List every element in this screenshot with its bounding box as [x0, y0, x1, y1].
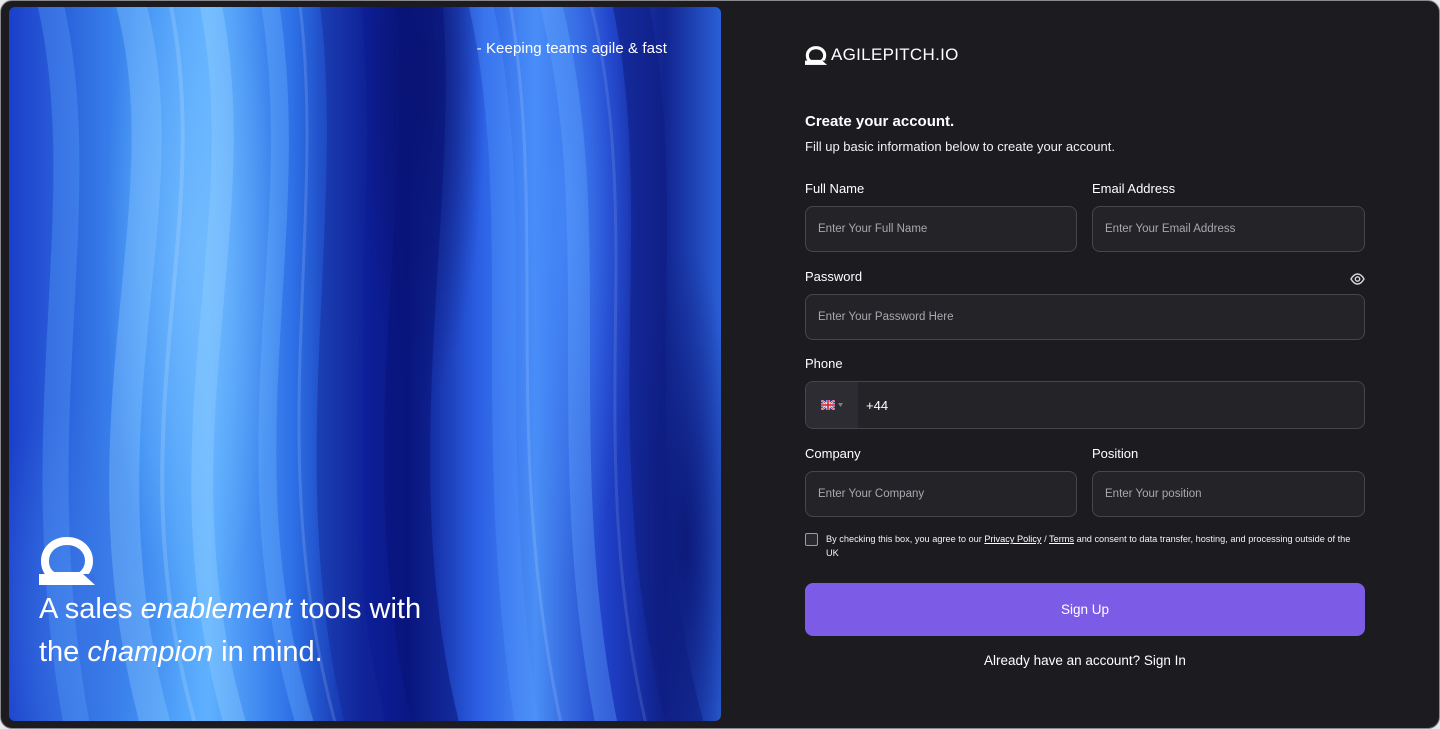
agilepitch-logo-icon	[39, 536, 95, 585]
company-label: Company	[805, 446, 861, 461]
terms-link[interactable]: Terms	[1049, 534, 1074, 544]
form-subtitle: Fill up basic information below to creat…	[805, 139, 1115, 154]
full-name-field-wrapper	[805, 206, 1077, 252]
hero-panel: - Keeping teams agile & fast A sales ena…	[9, 7, 721, 721]
password-field-wrapper	[805, 294, 1365, 340]
signup-window: - Keeping teams agile & fast A sales ena…	[0, 0, 1440, 729]
password-input[interactable]	[806, 295, 1364, 339]
email-field-wrapper	[1092, 206, 1365, 252]
email-input[interactable]	[1093, 207, 1364, 251]
phone-label: Phone	[805, 356, 843, 371]
agilepitch-logo-icon	[805, 45, 827, 65]
full-name-label: Full Name	[805, 181, 865, 196]
company-input[interactable]	[806, 472, 1076, 516]
consent-checkbox[interactable]	[805, 533, 818, 546]
company-field-wrapper	[805, 471, 1077, 517]
consent-row: By checking this box, you agree to our P…	[805, 532, 1365, 560]
password-label: Password	[805, 269, 863, 284]
hero-quote: - Keeping teams agile & fast	[476, 40, 667, 57]
country-code-select[interactable]	[806, 382, 858, 428]
sign-up-button[interactable]: Sign Up	[805, 583, 1365, 636]
sign-in-prompt-text: Already have an account?	[984, 653, 1144, 668]
position-input[interactable]	[1093, 472, 1364, 516]
consent-text-part: By checking this box, you agree to our	[826, 534, 985, 544]
phone-field: +44	[805, 381, 1365, 429]
full-name-input[interactable]	[806, 207, 1076, 251]
tagline-text: the	[39, 636, 88, 668]
tagline-emphasis: champion	[87, 636, 214, 668]
sign-in-link[interactable]: Sign In	[1144, 653, 1186, 668]
sign-in-prompt: Already have an account? Sign In	[805, 653, 1365, 668]
brand: AGILEPITCH.IO	[805, 43, 959, 67]
consent-text: By checking this box, you agree to our P…	[826, 532, 1365, 560]
consent-text-part: /	[1041, 534, 1050, 544]
tagline-emphasis: enablement	[140, 593, 293, 625]
privacy-policy-link[interactable]: Privacy Policy	[984, 534, 1041, 544]
uk-flag-icon	[821, 400, 835, 410]
position-label: Position	[1092, 446, 1139, 461]
form-title: Create your account.	[805, 113, 955, 130]
tagline-text: tools with	[292, 593, 422, 625]
brand-name: AGILEPITCH.IO	[831, 45, 959, 64]
eye-icon[interactable]	[1350, 273, 1365, 285]
position-field-wrapper	[1092, 471, 1365, 517]
phone-number-input[interactable]: +44	[866, 382, 888, 428]
email-label: Email Address	[1092, 181, 1176, 196]
caret-down-icon	[838, 403, 843, 407]
tagline-text: A sales	[39, 593, 141, 625]
tagline-text: in mind.	[213, 636, 323, 668]
hero-tagline: A sales enablement tools with the champi…	[39, 588, 499, 674]
